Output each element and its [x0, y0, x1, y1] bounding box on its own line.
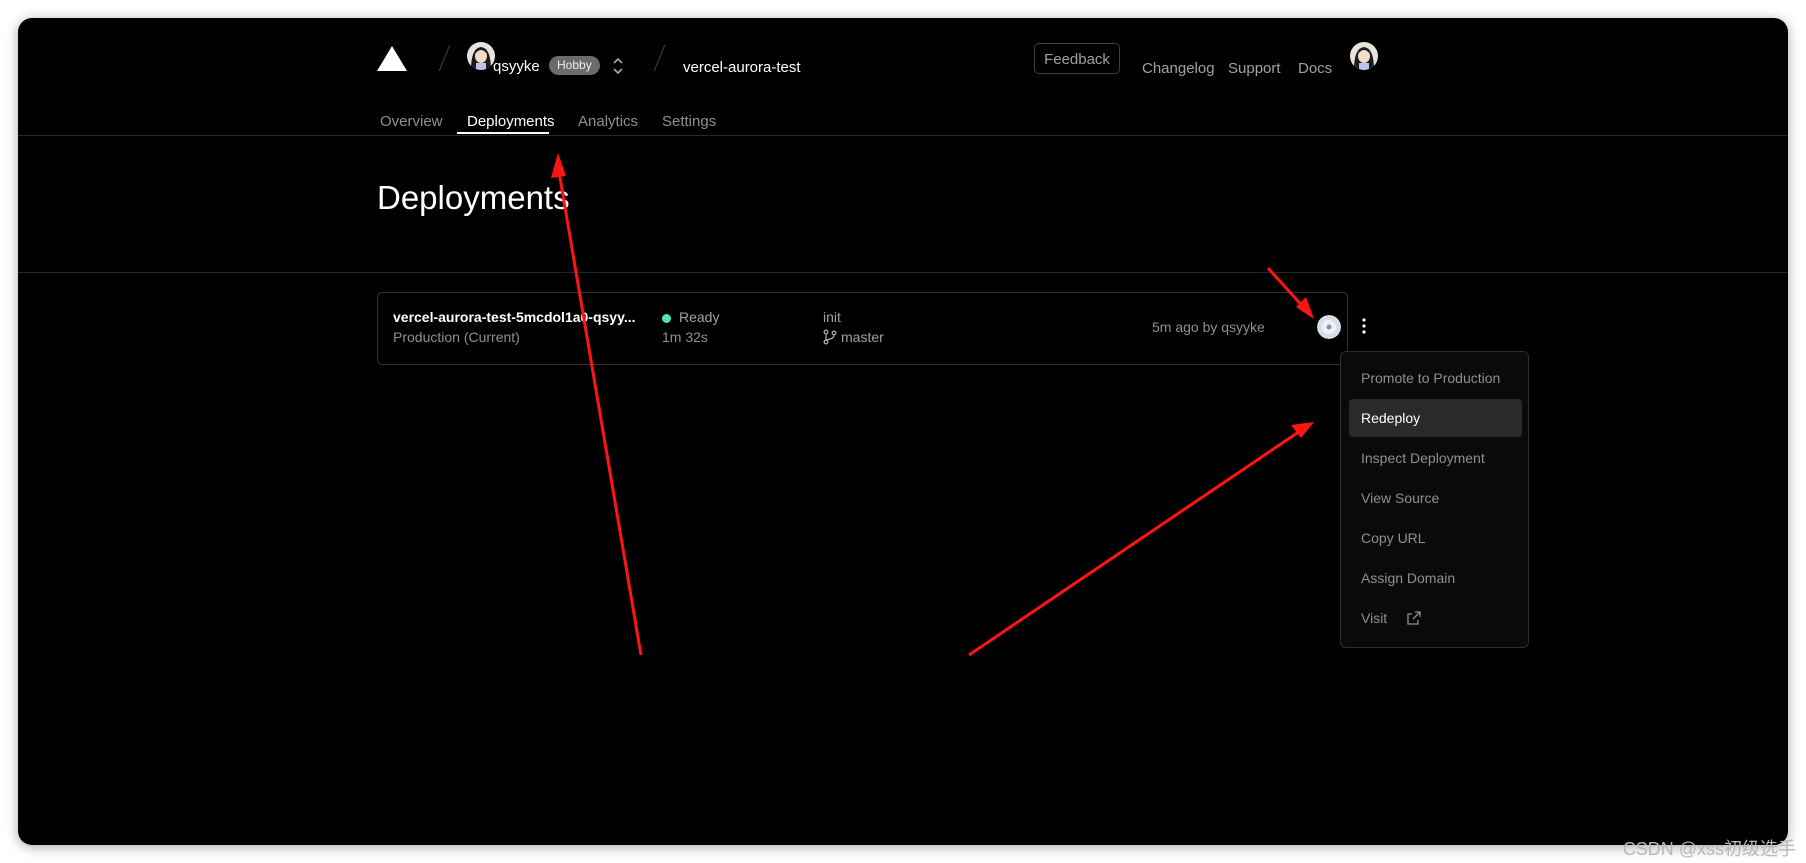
docs-link[interactable]: Docs [1298, 60, 1332, 77]
status-dot [662, 314, 671, 323]
external-link-icon [1407, 611, 1421, 625]
tab-settings[interactable]: Settings [662, 113, 716, 130]
menu-item-redeploy[interactable]: Redeploy [1349, 399, 1522, 437]
deployer-avatar [1317, 315, 1341, 339]
tab-analytics[interactable]: Analytics [578, 113, 638, 130]
deployment-row[interactable]: vercel-aurora-test-5mcdol1a0-qsyy... Pro… [377, 292, 1366, 365]
project-name[interactable]: vercel-aurora-test [683, 59, 801, 76]
menu-item-assign-domain[interactable]: Assign Domain [1349, 559, 1522, 597]
feedback-button[interactable]: Feedback [1034, 43, 1120, 74]
plan-badge: Hobby [549, 56, 600, 75]
breadcrumb-separator [438, 44, 451, 72]
vercel-logo-icon[interactable] [377, 46, 407, 71]
annotation-arrow-line [556, 165, 643, 656]
title-divider [18, 272, 1788, 273]
deployment-status: Ready [679, 309, 720, 325]
git-branch-icon [823, 329, 837, 345]
chevron-up-down-icon[interactable] [611, 54, 625, 78]
more-vertical-icon[interactable] [1354, 315, 1374, 337]
commit-message[interactable]: init [823, 309, 841, 325]
annotation-arrowhead [1291, 422, 1314, 438]
deployment-duration: 1m 32s [662, 329, 708, 345]
annotation-arrowhead [551, 153, 566, 178]
deployment-environment: Production (Current) [393, 329, 520, 345]
user-avatar[interactable] [1350, 42, 1378, 70]
tab-overview[interactable]: Overview [380, 113, 443, 130]
branch-name[interactable]: master [841, 329, 884, 345]
changelog-link[interactable]: Changelog [1142, 60, 1215, 77]
menu-item-view-source[interactable]: View Source [1349, 479, 1522, 517]
page-title: Deployments [377, 179, 570, 216]
team-avatar[interactable] [467, 42, 495, 70]
visit-label: Visit [1361, 610, 1388, 626]
menu-item-promote[interactable]: Promote to Production [1349, 359, 1522, 397]
team-name[interactable]: qsyyke [493, 58, 540, 75]
menu-item-visit[interactable]: Visit [1349, 599, 1522, 637]
watermark: CSDN @xss初级选手 [1622, 839, 1796, 859]
tab-deployments[interactable]: Deployments [467, 113, 555, 130]
menu-item-copy-url[interactable]: Copy URL [1349, 519, 1522, 557]
app-window: qsyyke Hobby vercel-aurora-test Feedback… [18, 18, 1788, 845]
deployment-name[interactable]: vercel-aurora-test-5mcdol1a0-qsyy... [393, 309, 636, 325]
deployment-meta: 5m ago by qsyyke [1152, 319, 1265, 335]
header-divider [18, 135, 1788, 136]
support-link[interactable]: Support [1228, 60, 1281, 77]
deployment-actions-menu: Promote to Production Redeploy Inspect D… [1340, 351, 1529, 648]
breadcrumb-separator [653, 44, 666, 72]
annotation-arrow-line [968, 427, 1304, 657]
menu-item-inspect[interactable]: Inspect Deployment [1349, 439, 1522, 477]
active-tab-indicator [457, 132, 549, 134]
